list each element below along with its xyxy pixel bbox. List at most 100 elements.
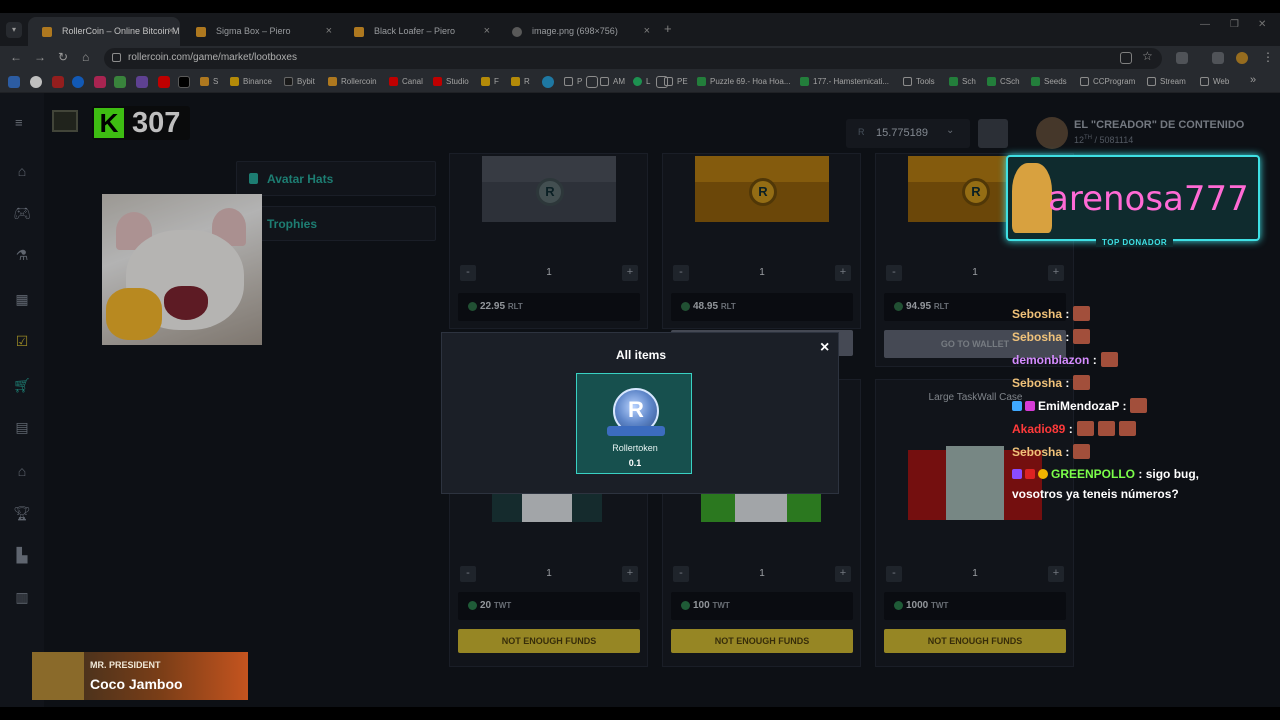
back-arrow-icon[interactable]: ←	[10, 50, 22, 64]
menu-avatar-hats[interactable]: Avatar Hats	[236, 161, 436, 196]
bookmark-app-icon[interactable]	[30, 76, 42, 88]
hamburger-menu-icon[interactable]: ≡	[15, 115, 23, 130]
bookmark-puzzle-69[interactable]: Puzzle 69.- Hoa Hoa...	[697, 75, 790, 88]
forward-arrow-icon[interactable]: →	[34, 50, 46, 64]
bookmark-canal[interactable]: Canal	[389, 75, 423, 88]
bookmark-tools[interactable]: Tools	[903, 75, 935, 88]
bookmark-csch[interactable]: CSch	[987, 75, 1020, 88]
bookmark-seeds[interactable]: Seeds	[1031, 75, 1067, 88]
close-tab-icon[interactable]: ×	[484, 17, 490, 46]
bookmark-app-icon[interactable]	[136, 76, 148, 88]
piero-favicon-icon	[196, 27, 206, 37]
bookmark-stream[interactable]: Stream	[1147, 75, 1186, 88]
rollercoin-icon	[328, 77, 337, 86]
username[interactable]: EL "CREADOR" DE CONTENIDO	[1074, 119, 1244, 131]
shop-icon[interactable]: ⌂	[12, 463, 32, 481]
increase-button[interactable]: +	[622, 265, 638, 281]
bookmark-ccprogram[interactable]: CCProgram	[1080, 75, 1135, 88]
tab-rollercoin[interactable]: RollerCoin – Online Bitcoin Mi ×	[28, 17, 180, 46]
youtube-icon[interactable]	[158, 76, 170, 88]
quantity-value[interactable]: 1	[458, 568, 640, 579]
browser-menu-icon[interactable]: ⋮	[1262, 50, 1274, 64]
tab-search-button[interactable]: ▾	[6, 22, 22, 38]
address-bar[interactable]: rollercoin.com/game/market/lootboxes	[104, 48, 1162, 69]
bookmark-r[interactable]: R	[511, 75, 530, 88]
bookmark-bybit[interactable]: Bybit	[284, 75, 315, 88]
not-enough-funds-button[interactable]: NOT ENOUGH FUNDS	[458, 629, 640, 653]
home-icon[interactable]: ⌂	[12, 163, 32, 181]
quests-icon[interactable]: ⚗	[12, 247, 32, 265]
site-info-icon[interactable]	[112, 53, 121, 62]
quantity-value[interactable]: 1	[884, 267, 1066, 278]
close-tab-icon[interactable]: ×	[168, 17, 174, 46]
more-bookmarks-icon[interactable]: »	[1250, 74, 1256, 86]
instagram-icon[interactable]	[94, 76, 106, 88]
bookmark-label: CCProgram	[1093, 77, 1136, 86]
user-avatar[interactable]	[1036, 117, 1068, 149]
increase-button[interactable]: +	[1048, 265, 1064, 281]
not-enough-funds-button[interactable]: NOT ENOUGH FUNDS	[884, 629, 1066, 653]
bookmark-binance[interactable]: Binance	[230, 75, 272, 88]
documents-icon[interactable]: ▥	[12, 589, 32, 607]
reward-item-card[interactable]: R Rollertoken 0.1	[576, 373, 692, 474]
bookmark-icon[interactable]	[586, 76, 598, 88]
home-icon[interactable]: ⌂	[82, 50, 89, 64]
inventory-icon[interactable]: ▦	[12, 291, 32, 309]
bookmark-s[interactable]: S	[200, 75, 218, 88]
increase-button[interactable]: +	[835, 566, 851, 582]
increase-button[interactable]: +	[622, 566, 638, 582]
media-controls-icon[interactable]	[1212, 52, 1224, 64]
gamepad-icon[interactable]: 🎮︎	[12, 205, 32, 223]
bookmark-app-icon[interactable]	[52, 76, 64, 88]
bookmark-p[interactable]: P	[564, 75, 582, 88]
minimize-icon[interactable]: —	[1200, 19, 1210, 30]
bookmark-pe[interactable]: PE	[664, 75, 688, 88]
increase-button[interactable]: +	[1048, 566, 1064, 582]
bookmark-app-icon[interactable]	[114, 76, 126, 88]
bookmark-177[interactable]: 177.- Hamsternicati...	[800, 75, 889, 88]
bookmark-am[interactable]: AM	[600, 75, 625, 88]
bookmark-studio[interactable]: Studio	[433, 75, 469, 88]
menu-trophies[interactable]: Trophies	[236, 206, 436, 241]
x-twitter-icon[interactable]	[178, 76, 190, 88]
quantity-value[interactable]: 1	[671, 568, 853, 579]
facebook-icon[interactable]	[72, 76, 84, 88]
tab-black-loafer[interactable]: Black Loafer – Piero ×	[340, 17, 496, 46]
quantity-value[interactable]: 1	[884, 568, 1066, 579]
profile-avatar-icon[interactable]	[1236, 52, 1248, 64]
trophy-icon[interactable]: 🏆︎	[12, 505, 32, 523]
bookmark-l[interactable]: L	[633, 75, 650, 88]
maximize-icon[interactable]: ❐	[1230, 19, 1239, 30]
new-tab-button[interactable]: +	[664, 21, 672, 36]
bookmark-rollercoin[interactable]: Rollercoin	[328, 75, 377, 88]
quantity-value[interactable]: 1	[458, 267, 640, 278]
reload-icon[interactable]: ↻	[58, 50, 68, 64]
install-app-icon[interactable]	[1120, 52, 1132, 64]
quantity-value[interactable]: 1	[671, 267, 853, 278]
tab-sigma-box[interactable]: Sigma Box – Piero ×	[182, 17, 338, 46]
bookmark-star-icon[interactable]: ☆	[1142, 49, 1153, 63]
url-text[interactable]: rollercoin.com/game/market/lootboxes	[128, 52, 297, 63]
wallet-button[interactable]	[978, 119, 1008, 148]
tasks-icon[interactable]: ☑	[12, 333, 32, 351]
chest-lock-icon: R	[536, 178, 564, 206]
telegram-icon[interactable]	[542, 76, 554, 88]
bookmark-sch[interactable]: Sch	[949, 75, 976, 88]
close-tab-icon[interactable]: ×	[326, 17, 332, 46]
close-icon[interactable]: ×	[820, 339, 829, 357]
close-tab-icon[interactable]: ×	[644, 17, 650, 46]
factory-icon[interactable]: ▙	[12, 547, 32, 565]
screen: ▾ RollerCoin – Online Bitcoin Mi × Sigma…	[0, 13, 1280, 707]
bookmark-f[interactable]: F	[481, 75, 499, 88]
not-enough-funds-button[interactable]: NOT ENOUGH FUNDS	[671, 629, 853, 653]
storage-icon[interactable]: ▤	[12, 419, 32, 437]
extensions-icon[interactable]	[1176, 52, 1188, 64]
marketplace-cart-icon[interactable]: 🛒︎	[12, 377, 32, 395]
bookmark-app-icon[interactable]	[8, 76, 20, 88]
close-window-icon[interactable]: ✕	[1258, 19, 1266, 30]
tab-image-png[interactable]: image.png (698×756) ×	[498, 17, 656, 46]
balance-selector[interactable]: R 15.775189 ⌄	[846, 119, 970, 148]
increase-button[interactable]: +	[835, 265, 851, 281]
modal-title: All items	[615, 348, 666, 362]
bookmark-web[interactable]: Web	[1200, 75, 1229, 88]
